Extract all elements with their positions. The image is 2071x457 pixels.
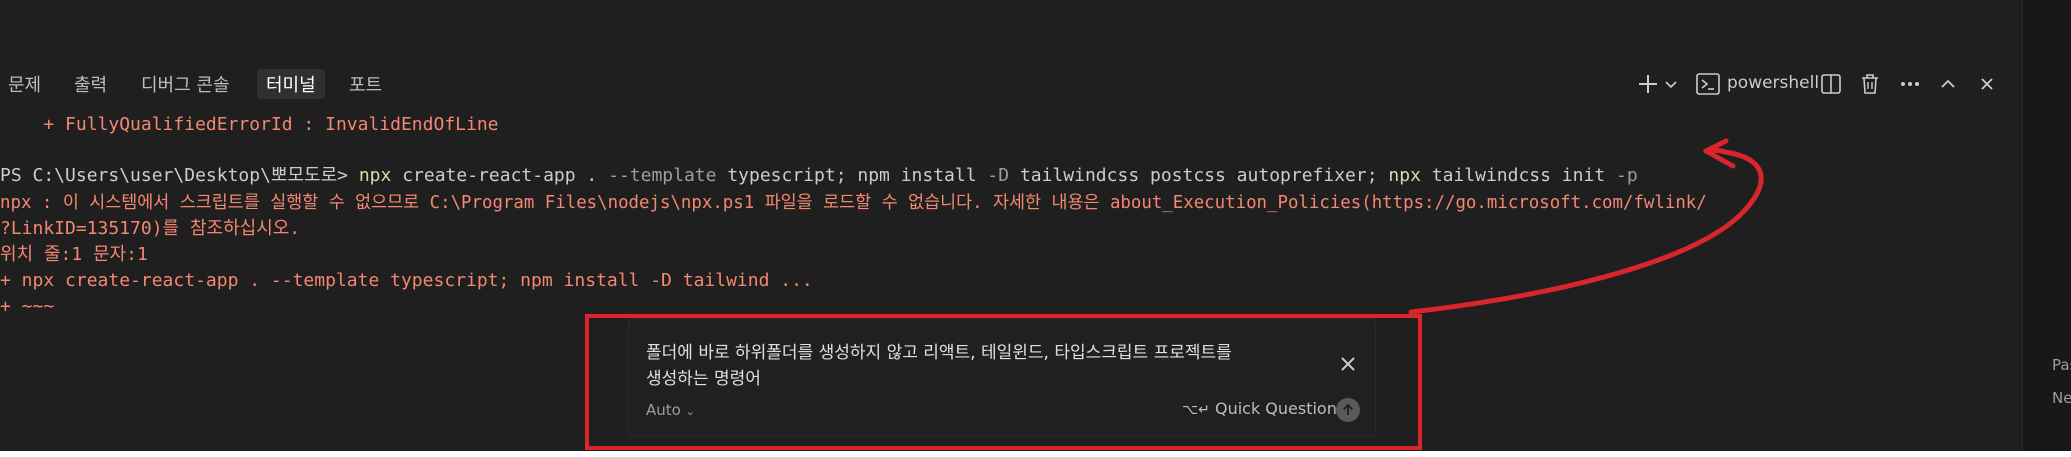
annotation-arrow (1408, 138, 1764, 315)
